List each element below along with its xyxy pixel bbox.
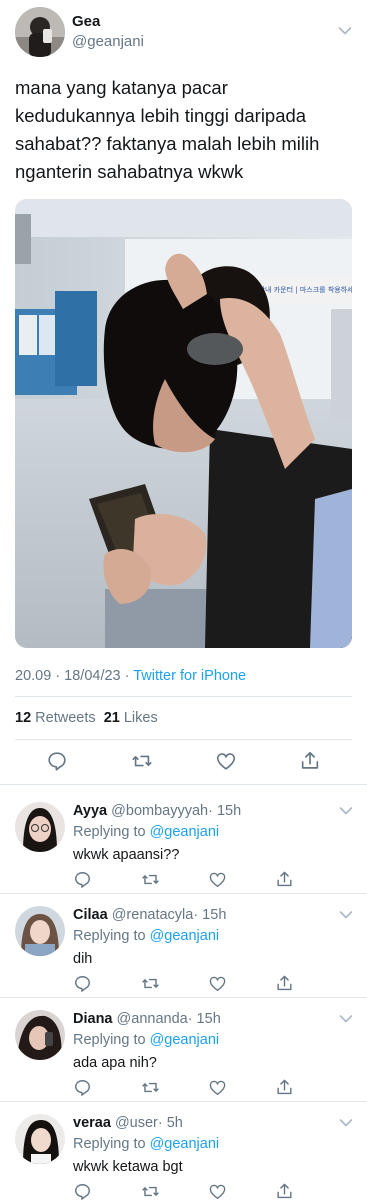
retweet-icon[interactable] (141, 1078, 160, 1097)
reply-icon[interactable] (73, 1182, 92, 1200)
tweet-time-date: 20.09 · 18/04/23 · (15, 668, 134, 684)
heart-icon[interactable] (208, 870, 227, 889)
chevron-down-icon[interactable] (339, 1014, 353, 1024)
heart-icon[interactable] (208, 974, 227, 993)
photo-image: 창원 터미널 안내 카운터 | 마스크를 착용하세요 (15, 199, 352, 648)
chevron-down-icon[interactable] (339, 1118, 353, 1128)
chevron-down-icon[interactable] (338, 26, 352, 36)
retweets-count[interactable]: 12 (15, 710, 31, 726)
tweet-text: mana yang katanya pacar kedudukannya leb… (15, 77, 320, 182)
avatar-image (15, 7, 65, 57)
retweet-icon[interactable] (141, 1182, 160, 1200)
reply-author-handle[interactable]: @user (115, 1115, 158, 1131)
reply-actions (73, 1078, 313, 1098)
likes-label[interactable]: Likes (124, 710, 158, 726)
tweet-timestamp: 20.09 · 18/04/23 · Twitter for iPhone (15, 668, 246, 684)
reply-time[interactable]: · 5h (158, 1115, 183, 1131)
chevron-down-icon[interactable] (339, 910, 353, 920)
tweet-stats: 12 Retweets 21 Likes (15, 710, 158, 726)
reply-icon[interactable] (73, 974, 92, 993)
reply-time[interactable]: · 15h (188, 1011, 221, 1027)
divider (0, 784, 367, 785)
reply-text: wkwk apaansi?? (73, 847, 180, 863)
replying-to-mention[interactable]: @geanjani (150, 824, 220, 840)
share-icon[interactable] (275, 870, 294, 889)
reply-author-handle[interactable]: @annanda (117, 1011, 188, 1027)
replying-to-prefix: Replying to (73, 1136, 150, 1152)
reply-tweet[interactable]: Cilaa @renatacyla· 15h Replying to @gean… (0, 891, 367, 995)
share-icon[interactable] (299, 750, 321, 772)
reply-icon[interactable] (46, 750, 68, 772)
avatar[interactable] (15, 1114, 65, 1164)
avatar-image (15, 802, 65, 852)
avatar-image (15, 1010, 65, 1060)
reply-tweet[interactable]: Diana @annanda· 15h Replying to @geanjan… (0, 995, 367, 1099)
replying-to-prefix: Replying to (73, 1032, 150, 1048)
replying-to-prefix: Replying to (73, 824, 150, 840)
reply-actions (73, 870, 313, 890)
likes-count[interactable]: 21 (104, 710, 120, 726)
avatar[interactable] (15, 906, 65, 956)
reply-actions (73, 974, 313, 994)
replying-to-mention[interactable]: @geanjani (150, 1136, 220, 1152)
reply-actions (73, 1182, 313, 1200)
share-icon[interactable] (275, 1078, 294, 1097)
replying-to: Replying to @geanjani (73, 1032, 219, 1048)
reply-author-name[interactable]: Diana (73, 1011, 113, 1027)
reply-icon[interactable] (73, 1078, 92, 1097)
retweet-icon[interactable] (131, 750, 153, 772)
reply-author-name[interactable]: veraa (73, 1115, 111, 1131)
reply-author-handle[interactable]: @bombayyyah (111, 803, 208, 819)
avatar-image (15, 906, 65, 956)
avatar-image (15, 1114, 65, 1164)
reply-header: veraa @user· 5h (73, 1115, 183, 1131)
reply-time[interactable]: · 15h (208, 803, 241, 819)
share-icon[interactable] (275, 974, 294, 993)
share-icon[interactable] (275, 1182, 294, 1200)
tweet-actions (0, 750, 367, 774)
avatar[interactable] (15, 802, 65, 852)
replying-to-mention[interactable]: @geanjani (150, 1032, 220, 1048)
retweets-label[interactable]: Retweets (35, 710, 95, 726)
replying-to: Replying to @geanjani (73, 824, 219, 840)
reply-header: Ayya @bombayyyah· 15h (73, 803, 241, 819)
heart-icon[interactable] (208, 1078, 227, 1097)
avatar[interactable] (15, 1010, 65, 1060)
avatar[interactable] (15, 7, 65, 57)
reply-tweet[interactable]: veraa @user· 5h Replying to @geanjani wk… (0, 1099, 367, 1200)
author-handle[interactable]: @geanjani (72, 33, 144, 50)
retweet-icon[interactable] (141, 870, 160, 889)
reply-header: Diana @annanda· 15h (73, 1011, 221, 1027)
reply-author-handle[interactable]: @renatacyla (112, 907, 194, 923)
author-name[interactable]: Gea (72, 13, 100, 30)
reply-header: Cilaa @renatacyla· 15h (73, 907, 226, 923)
divider (15, 696, 352, 697)
replying-to: Replying to @geanjani (73, 928, 219, 944)
chevron-down-icon[interactable] (339, 806, 353, 816)
tweet-source-link[interactable]: Twitter for iPhone (133, 668, 246, 684)
replying-to: Replying to @geanjani (73, 1136, 219, 1152)
divider (15, 739, 352, 740)
reply-author-name[interactable]: Cilaa (73, 907, 108, 923)
reply-text: wkwk ketawa bgt (73, 1159, 183, 1175)
retweet-icon[interactable] (141, 974, 160, 993)
reply-text: dih (73, 951, 93, 967)
heart-icon[interactable] (208, 1182, 227, 1200)
tweet-photo[interactable]: 창원 터미널 안내 카운터 | 마스크를 착용하세요 (15, 199, 352, 648)
reply-icon[interactable] (73, 870, 92, 889)
replying-to-mention[interactable]: @geanjani (150, 928, 220, 944)
replying-to-prefix: Replying to (73, 928, 150, 944)
reply-author-name[interactable]: Ayya (73, 803, 107, 819)
reply-text: ada apa nih? (73, 1055, 157, 1071)
reply-time[interactable]: · 15h (193, 907, 226, 923)
reply-tweet[interactable]: Ayya @bombayyyah· 15h Replying to @geanj… (0, 787, 367, 891)
heart-icon[interactable] (215, 750, 237, 772)
